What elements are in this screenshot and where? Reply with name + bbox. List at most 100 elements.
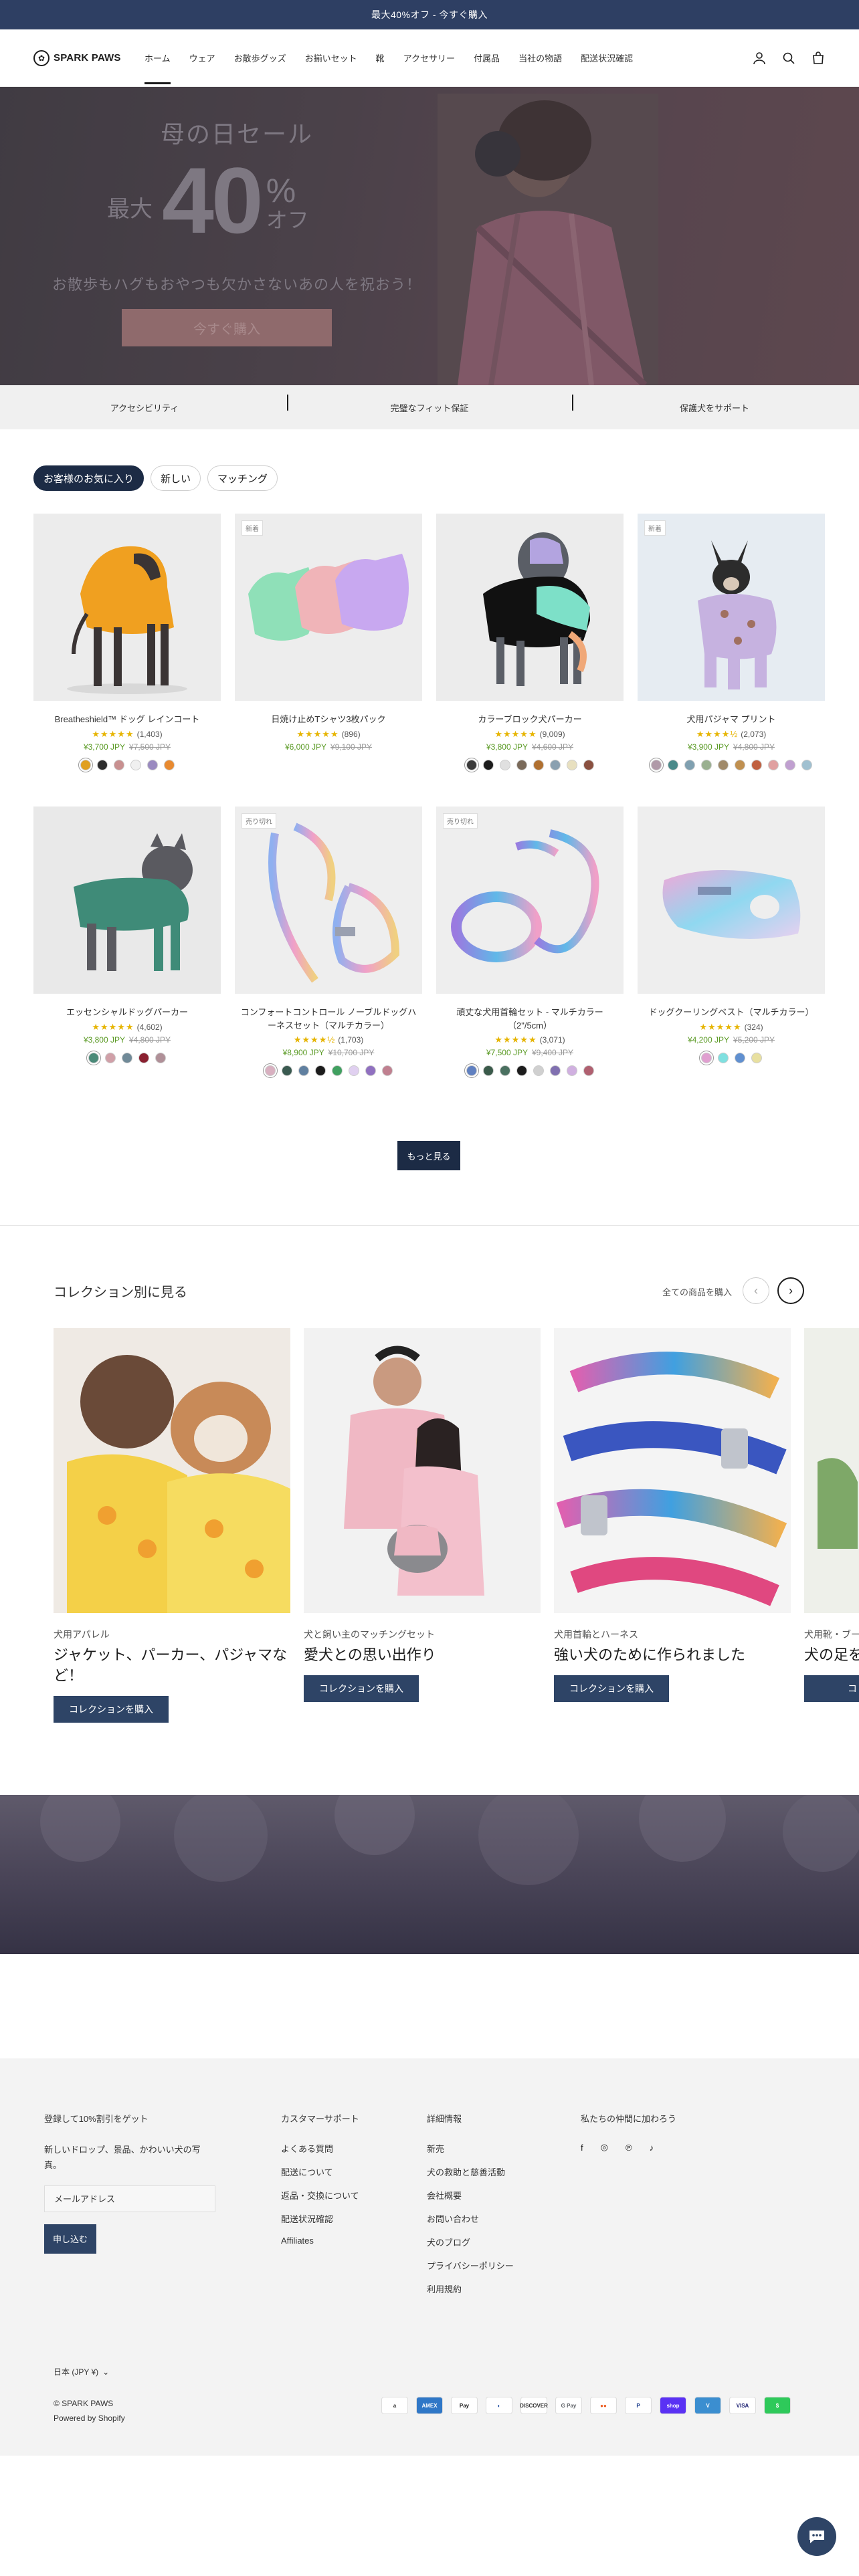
product-name[interactable]: Breatheshield™ ドッグ レインコート: [33, 713, 221, 726]
footer-link-affiliates[interactable]: Affiliates: [281, 2236, 359, 2246]
product-card[interactable]: カラーブロック犬パーカー ★★★★★ (9,009) ¥3,800 JPY ¥4,6…: [436, 514, 624, 807]
feature-accessibility[interactable]: アクセシビリティ: [2, 401, 287, 414]
color-swatch[interactable]: [801, 759, 812, 770]
color-swatch[interactable]: [717, 759, 729, 770]
product-image[interactable]: [33, 514, 221, 701]
hero-banner[interactable]: 母の日セール 最大 40 % オフ お散歩もハグもおやつも欠かさないあの人を祝お…: [0, 87, 859, 385]
color-swatch[interactable]: [650, 759, 662, 770]
color-swatch[interactable]: [667, 759, 678, 770]
tab-matching[interactable]: マッチング: [207, 465, 278, 491]
color-swatch[interactable]: [751, 759, 762, 770]
subscribe-button[interactable]: 申し込む: [44, 2224, 96, 2254]
nav-shoes[interactable]: 靴: [376, 45, 385, 71]
carousel-next-button[interactable]: ›: [777, 1277, 804, 1304]
collection-card[interactable]: 犬用アパレル ジャケット、パーカー、パジャマなど！ コレクションを購入: [54, 1328, 290, 1723]
shop-collection-button[interactable]: コレク: [804, 1675, 859, 1702]
chat-button[interactable]: [797, 2517, 836, 2556]
color-swatch[interactable]: [113, 759, 124, 770]
hero-shop-now-button[interactable]: 今すぐ購入: [122, 309, 332, 346]
feature-rescue-support[interactable]: 保護犬をサポート: [572, 394, 857, 414]
product-image[interactable]: 売り切れ: [436, 807, 624, 994]
color-swatch[interactable]: [784, 759, 795, 770]
nav-story[interactable]: 当社の物語: [518, 45, 562, 71]
color-swatch[interactable]: [566, 759, 577, 770]
product-image[interactable]: [638, 807, 825, 994]
color-swatch[interactable]: [163, 759, 175, 770]
color-swatch[interactable]: [516, 1065, 527, 1076]
color-swatch[interactable]: [281, 1065, 292, 1076]
color-swatch[interactable]: [80, 759, 91, 770]
color-swatch[interactable]: [767, 759, 779, 770]
product-name[interactable]: 日焼け止めTシャツ3枚パック: [235, 713, 422, 726]
product-image[interactable]: [33, 807, 221, 994]
footer-link-privacy[interactable]: プライバシーポリシー: [427, 2259, 514, 2272]
shop-collection-button[interactable]: コレクションを購入: [304, 1675, 419, 1702]
nav-supplies[interactable]: 付属品: [474, 45, 500, 71]
collection-image[interactable]: [554, 1328, 791, 1613]
product-image[interactable]: 売り切れ: [235, 807, 422, 994]
product-card[interactable]: 売り切れ 頑丈な犬用首輪セット - マルチカラー（2"/5cm） ★★★★★ (3…: [436, 807, 624, 1099]
color-swatch[interactable]: [684, 759, 695, 770]
product-card[interactable]: 新着 日焼け止めTシャツ3枚パック ★★★★★ (896) ¥6,000 JPY ¥…: [235, 514, 422, 807]
nav-home[interactable]: ホーム: [145, 45, 171, 84]
logo[interactable]: ✿ SPARK PAWS: [33, 49, 142, 66]
announcement-bar[interactable]: 最大40%オフ - 今すぐ購入: [0, 0, 859, 29]
footer-link-shipping[interactable]: 配送について: [281, 2165, 359, 2178]
cart-icon[interactable]: [811, 51, 826, 66]
product-name[interactable]: コンフォートコントロール ノーブルドッグハーネスセット（マルチカラー）: [235, 1006, 422, 1032]
color-swatch[interactable]: [533, 1065, 544, 1076]
product-card[interactable]: Breatheshield™ ドッグ レインコート ★★★★★ (1,403) ¥…: [33, 514, 221, 807]
color-swatch[interactable]: [331, 1065, 343, 1076]
product-image[interactable]: 新着: [638, 514, 825, 701]
nav-accessories[interactable]: アクセサリー: [403, 45, 455, 71]
collection-card[interactable]: 犬用靴・ブー 犬の足を コレク: [804, 1328, 859, 1702]
collection-image[interactable]: [804, 1328, 859, 1613]
color-swatch[interactable]: [700, 1052, 712, 1063]
nav-tracking[interactable]: 配送状況確認: [581, 45, 633, 71]
color-swatch[interactable]: [700, 759, 712, 770]
facebook-icon[interactable]: f: [581, 2143, 583, 2153]
color-swatch[interactable]: [717, 1052, 729, 1063]
color-swatch[interactable]: [381, 1065, 393, 1076]
shop-collection-button[interactable]: コレクションを購入: [54, 1695, 169, 1723]
product-name[interactable]: 犬用パジャマ プリント: [638, 713, 825, 726]
color-swatch[interactable]: [264, 1065, 276, 1076]
color-swatch[interactable]: [122, 1052, 132, 1063]
product-card[interactable]: エッセンシャルドッグパーカー ★★★★★ (4,602) ¥3,800 JPY ¥4…: [33, 807, 221, 1099]
product-name[interactable]: カラーブロック犬パーカー: [436, 713, 624, 726]
product-card[interactable]: 売り切れ コンフォートコントロール ノーブルドッグハーネスセット（マルチカラー）…: [235, 807, 422, 1099]
nav-wear[interactable]: ウェア: [189, 45, 215, 71]
product-image[interactable]: 新着: [235, 514, 422, 701]
color-swatch[interactable]: [499, 759, 510, 770]
color-swatch[interactable]: [365, 1065, 376, 1076]
color-swatch[interactable]: [549, 1065, 561, 1076]
footer-link-about[interactable]: 会社概要: [427, 2189, 514, 2202]
color-swatch[interactable]: [482, 759, 494, 770]
powered-by[interactable]: Powered by Shopify: [54, 2411, 125, 2426]
email-input[interactable]: メールアドレス: [44, 2185, 215, 2212]
footer-link-tracking[interactable]: 配送状況確認: [281, 2212, 359, 2225]
nav-walk[interactable]: お散歩グッズ: [234, 45, 286, 71]
product-card[interactable]: 新着 犬用パジャマ プリント ★★★★½ (2,073) ¥3,900 JPY ¥4…: [638, 514, 825, 807]
load-more-button[interactable]: もっと見る: [397, 1141, 460, 1170]
footer-link-contact[interactable]: お問い合わせ: [427, 2212, 514, 2225]
color-swatch[interactable]: [466, 1065, 477, 1076]
color-swatch[interactable]: [751, 1052, 762, 1063]
tab-favorites[interactable]: お客様のお気に入り: [33, 465, 145, 491]
product-name[interactable]: ドッグクーリングベスト（マルチカラー）: [638, 1006, 825, 1019]
color-swatch[interactable]: [566, 1065, 577, 1076]
color-swatch[interactable]: [348, 1065, 359, 1076]
color-swatch[interactable]: [466, 759, 477, 770]
pinterest-icon[interactable]: ℗: [626, 2143, 632, 2153]
color-swatch[interactable]: [314, 1065, 326, 1076]
collection-card[interactable]: 犬と飼い主のマッチングセット 愛犬との思い出作り コレクションを購入: [304, 1328, 541, 1702]
footer-link-terms[interactable]: 利用規約: [427, 2282, 514, 2295]
account-icon[interactable]: [752, 51, 767, 66]
collection-card[interactable]: 犬用首輪とハーネス 強い犬のために作られました コレクションを購入: [554, 1328, 791, 1702]
product-name[interactable]: エッセンシャルドッグパーカー: [33, 1006, 221, 1019]
color-swatch[interactable]: [147, 759, 158, 770]
carousel-prev-button[interactable]: ‹: [743, 1277, 769, 1304]
footer-link-rescue[interactable]: 犬の救助と慈善活動: [427, 2165, 514, 2178]
instagram-icon[interactable]: ◎: [601, 2142, 608, 2153]
color-swatch[interactable]: [734, 759, 745, 770]
